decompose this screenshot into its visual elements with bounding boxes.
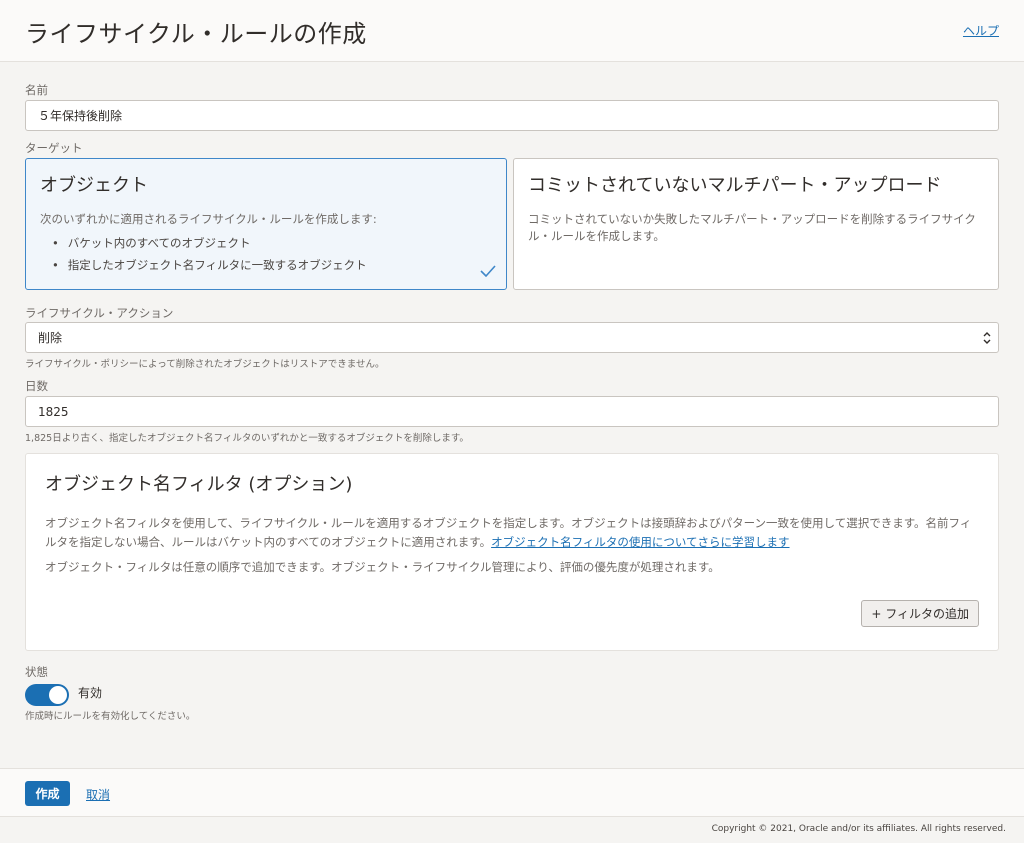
target-card-multipart[interactable]: コミットされていないマルチパート・アップロード コミットされていないか失敗したマ… xyxy=(513,158,999,290)
days-label: 日数 xyxy=(25,379,48,393)
card-title-objects: オブジェクト xyxy=(40,175,148,196)
add-filter-button[interactable]: + フィルタの追加 xyxy=(861,600,979,627)
state-hint: 作成時にルールを有効化してください。 xyxy=(25,711,196,722)
action-bar: 作成 取消 xyxy=(0,768,1024,816)
list-item: バケット内のすべてのオブジェクト xyxy=(52,232,492,254)
filter-panel-title: オブジェクト名フィルタ (オプション) xyxy=(45,474,353,495)
list-item: 指定したオブジェクト名フィルタに一致するオブジェクト xyxy=(52,254,492,276)
object-filter-panel: オブジェクト名フィルタ (オプション) オブジェクト名フィルタを使用して、ライフ… xyxy=(25,453,999,651)
toggle-knob xyxy=(49,686,67,704)
enabled-toggle[interactable] xyxy=(25,684,69,706)
page-header: ライフサイクル・ルールの作成 ヘルプ xyxy=(0,0,1024,62)
card-description-multipart: コミットされていないか失敗したマルチパート・アップロードを削除するライフサイクル… xyxy=(528,212,976,243)
copyright-bar: Copyright © 2021, Oracle and/or its affi… xyxy=(0,816,1024,843)
card-bullet-list: バケット内のすべてのオブジェクト 指定したオブジェクト名フィルタに一致するオブジ… xyxy=(40,232,492,276)
checkmark-icon xyxy=(480,265,496,277)
filter-description: オブジェクト名フィルタを使用して、ライフサイクル・ルールを適用するオブジェクトを… xyxy=(45,514,979,552)
copyright-text: Copyright © 2021, Oracle and/or its affi… xyxy=(711,824,1006,834)
filter-order-note: オブジェクト・フィルタは任意の順序で追加できます。オブジェクト・ライフサイクル管… xyxy=(45,560,720,574)
cancel-link[interactable]: 取消 xyxy=(86,786,110,803)
help-link[interactable]: ヘルプ xyxy=(963,22,999,39)
target-card-objects[interactable]: オブジェクト 次のいずれかに適用されるライフサイクル・ルールを作成します: バケ… xyxy=(25,158,507,290)
create-button[interactable]: 作成 xyxy=(25,781,70,806)
state-label: 状態 xyxy=(25,665,48,679)
days-input[interactable] xyxy=(25,396,999,427)
action-label: ライフサイクル・アクション xyxy=(25,306,174,320)
action-select-value: 削除 xyxy=(38,331,63,345)
action-select[interactable]: 削除 xyxy=(25,322,999,353)
card-title-multipart: コミットされていないマルチパート・アップロード xyxy=(528,175,942,196)
toggle-label: 有効 xyxy=(78,686,103,700)
chevron-up-down-icon xyxy=(983,332,991,344)
card-description-objects: 次のいずれかに適用されるライフサイクル・ルールを作成します: xyxy=(40,212,377,226)
filter-learn-more-link[interactable]: オブジェクト名フィルタの使用についてさらに学習します xyxy=(491,535,789,549)
action-hint: ライフサイクル・ポリシーによって削除されたオブジェクトはリストアできません。 xyxy=(25,359,385,370)
name-input[interactable] xyxy=(25,100,999,131)
days-hint: 1,825日より古く、指定したオブジェクト名フィルタのいずれかと一致するオブジェ… xyxy=(25,433,469,444)
name-label: 名前 xyxy=(25,83,48,97)
target-label: ターゲット xyxy=(25,141,83,155)
page-title: ライフサイクル・ルールの作成 xyxy=(25,20,367,48)
